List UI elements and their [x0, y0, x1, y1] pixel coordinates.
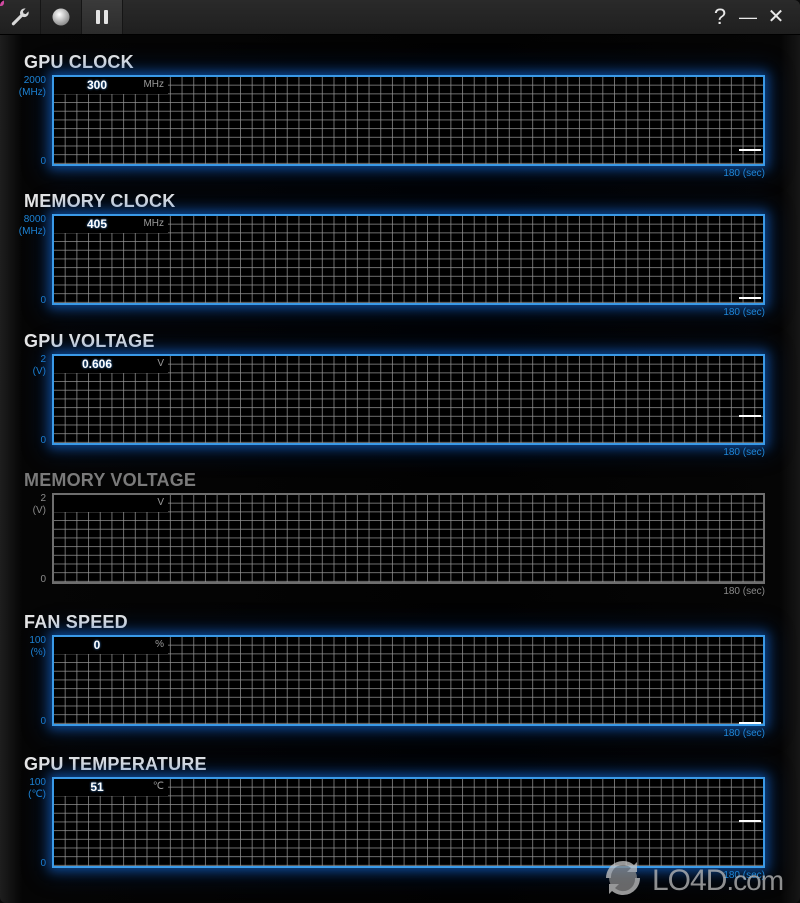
axis-max-label: 2	[40, 354, 46, 365]
panel-title: MEMORY VOLTAGE	[24, 470, 197, 490]
time-span-label: 180 (sec)	[723, 168, 765, 179]
watermark-logo-icon	[600, 858, 646, 903]
gpu-monitor-window: ? — ✕ GPU CLOCK 2000 (MHz) 0 300 MHz 180…	[0, 0, 800, 903]
value-trace-line	[739, 297, 761, 299]
current-readout: 0 %	[54, 637, 168, 654]
axis-min-label: 0	[40, 716, 46, 727]
time-span-label: 180 (sec)	[723, 307, 765, 318]
panel-title: GPU CLOCK	[24, 52, 134, 72]
axis-unit-label: (MHz)	[18, 226, 46, 237]
current-readout: 0.606 V	[54, 356, 168, 373]
help-icon: ?	[713, 4, 727, 29]
history-graph[interactable]: 405 MHz	[52, 214, 765, 305]
current-unit: MHz	[143, 79, 164, 90]
record-button[interactable]	[41, 0, 82, 34]
wrench-icon	[9, 6, 31, 28]
current-readout: V	[54, 495, 168, 512]
current-value: 51	[90, 780, 104, 794]
time-span-label: 180 (sec)	[723, 447, 765, 458]
history-graph[interactable]: 0 %	[52, 635, 765, 726]
history-graph[interactable]: 51 ℃	[52, 777, 765, 868]
help-button[interactable]: ?	[707, 4, 733, 30]
axis-unit-label: (V)	[32, 366, 46, 377]
value-trace-line	[739, 722, 761, 724]
watermark: LO4D.com	[600, 858, 784, 903]
axis-max-label: 100	[29, 635, 46, 646]
watermark-text: LO4D.com	[652, 863, 784, 898]
pause-button[interactable]	[82, 0, 123, 34]
history-graph[interactable]: 300 MHz	[52, 75, 765, 166]
toolbar: ? — ✕	[0, 0, 800, 35]
settings-button[interactable]	[0, 0, 41, 34]
axis-min-label: 0	[40, 858, 46, 869]
current-value: 405	[86, 217, 108, 231]
current-value: 300	[86, 78, 108, 92]
minimize-button[interactable]: —	[735, 4, 761, 30]
watermark-suffix: .com	[726, 864, 784, 896]
current-value: 0.606	[81, 357, 113, 371]
value-trace-line	[739, 149, 761, 151]
time-span-label: 180 (sec)	[723, 728, 765, 739]
time-span-label: 180 (sec)	[723, 586, 765, 597]
panel-title: FAN SPEED	[24, 612, 128, 632]
current-unit: V	[157, 358, 164, 369]
pause-icon	[93, 8, 111, 26]
panel-memory-voltage: MEMORY VOLTAGE 2 (V) 0 V 180 (sec)	[0, 470, 800, 611]
value-trace-line	[739, 415, 761, 417]
axis-min-label: 0	[40, 435, 46, 446]
panel-memory-clock: MEMORY CLOCK 8000 (MHz) 0 405 MHz 180 (s…	[0, 191, 800, 332]
axis-unit-label: (MHz)	[18, 87, 46, 98]
current-unit: %	[155, 639, 164, 650]
history-graph[interactable]: V	[52, 493, 765, 584]
record-circle-icon	[51, 7, 71, 27]
minimize-icon: —	[739, 7, 757, 27]
axis-unit-label: (%)	[30, 647, 46, 658]
close-button[interactable]: ✕	[763, 4, 789, 30]
panel-gpu-clock: GPU CLOCK 2000 (MHz) 0 300 MHz 180 (sec)	[0, 52, 800, 193]
current-readout: 405 MHz	[54, 216, 168, 233]
axis-max-label: 8000	[23, 214, 46, 225]
current-unit: V	[157, 497, 164, 508]
axis-unit-label: (V)	[32, 505, 46, 516]
axis-min-label: 0	[40, 574, 46, 585]
current-unit: ℃	[152, 781, 164, 792]
watermark-brand: LO4D	[652, 863, 727, 897]
current-readout: 51 ℃	[54, 779, 168, 796]
value-trace-line	[739, 820, 761, 822]
panel-title: GPU TEMPERATURE	[24, 754, 207, 774]
panel-title: GPU VOLTAGE	[24, 331, 155, 351]
current-readout: 300 MHz	[54, 77, 168, 94]
close-icon: ✕	[767, 6, 785, 28]
axis-min-label: 0	[40, 156, 46, 167]
current-unit: MHz	[143, 218, 164, 229]
panel-fan-speed: FAN SPEED 100 (%) 0 0 % 180 (sec)	[0, 612, 800, 753]
axis-max-label: 2000	[23, 75, 46, 86]
panel-gpu-voltage: GPU VOLTAGE 2 (V) 0 0.606 V 180 (sec)	[0, 331, 800, 472]
axis-max-label: 100	[29, 777, 46, 788]
panel-title: MEMORY CLOCK	[24, 191, 176, 211]
history-graph[interactable]: 0.606 V	[52, 354, 765, 445]
axis-unit-label: (℃)	[28, 789, 46, 800]
axis-max-label: 2	[40, 493, 46, 504]
axis-min-label: 0	[40, 295, 46, 306]
current-value: 0	[93, 638, 101, 652]
